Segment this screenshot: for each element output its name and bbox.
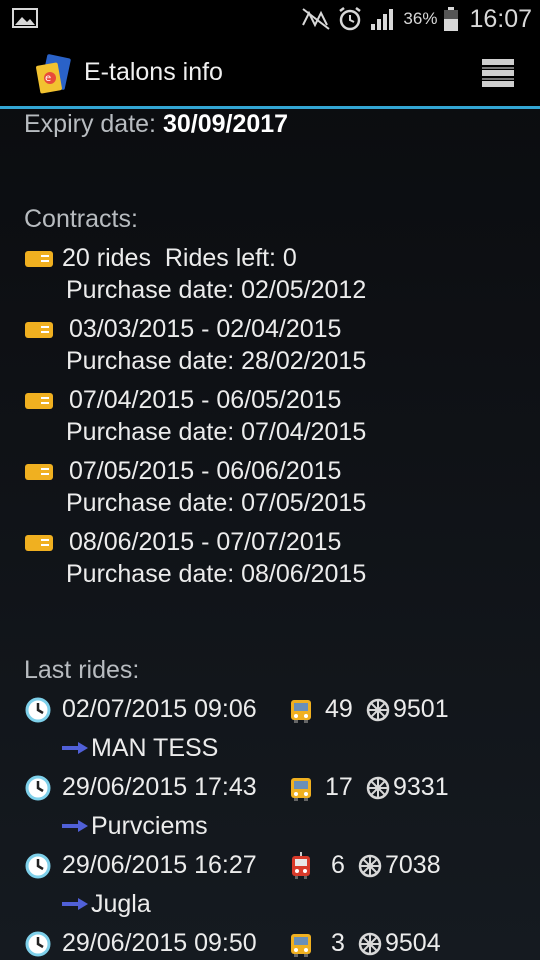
ticket-icon	[25, 322, 53, 338]
expiry-row: Expiry date: 30/09/2017	[24, 110, 288, 139]
vehicle-number-icon	[358, 854, 382, 878]
ride-stop: Purvciems	[91, 812, 208, 840]
ticket-icon	[25, 535, 53, 551]
ticket-icon	[25, 251, 53, 267]
ride-route-number: 49	[325, 695, 353, 723]
ride-vehicle-number: 9504	[385, 929, 441, 957]
ride-datetime: 02/07/2015 09:06	[62, 695, 257, 723]
app-logo-icon[interactable]: e	[34, 54, 74, 96]
contract-line1: 20 rides Rides left: 0	[62, 244, 297, 272]
contract-purchase-date: Purchase date: 07/05/2015	[66, 489, 367, 517]
status-time: 16:07	[469, 4, 532, 33]
mute-icon	[302, 8, 331, 30]
trolleybus-icon	[291, 778, 311, 801]
battery-percent: 36%	[403, 9, 438, 28]
ride-stop: MAN TESS	[91, 734, 219, 762]
contract-purchase-date: Purchase date: 28/02/2015	[66, 347, 367, 375]
ride-route-number: 6	[331, 851, 345, 879]
ride-datetime: 29/06/2015 17:43	[62, 773, 257, 801]
last-rides-heading: Last rides:	[24, 656, 140, 684]
ride-datetime: 29/06/2015 16:27	[62, 851, 257, 879]
contract-purchase-date: Purchase date: 07/04/2015	[66, 418, 367, 446]
app-title: E-talons info	[84, 58, 223, 86]
ride-route-number: 17	[325, 773, 353, 801]
contract-line1: 08/06/2015 - 07/07/2015	[69, 528, 342, 556]
action-bar	[0, 38, 540, 109]
svg-text:e: e	[45, 73, 51, 84]
ride-vehicle-number: 9501	[393, 695, 449, 723]
ticket-icon	[25, 464, 53, 480]
clock-icon	[25, 775, 51, 801]
contract-purchase-date: Purchase date: 02/05/2012	[66, 276, 367, 304]
trolleybus-icon	[291, 700, 311, 723]
clock-icon	[25, 931, 51, 957]
ride-stop: Jugla	[91, 890, 151, 918]
ride-vehicle-number: 9331	[393, 773, 449, 801]
contract-line1: 07/05/2015 - 06/06/2015	[69, 457, 342, 485]
contracts-heading: Contracts:	[24, 205, 138, 233]
vehicle-number-icon	[358, 932, 382, 956]
card-info-content[interactable]: Expiry date: 30/09/2017 Contracts: 20 ri…	[0, 108, 540, 960]
contract-line1: 03/03/2015 - 02/04/2015	[69, 315, 342, 343]
signal-icon	[371, 9, 394, 30]
status-bar: 36% 16:07	[0, 0, 540, 38]
image-icon	[12, 8, 38, 28]
vehicle-number-icon	[366, 698, 390, 722]
tram-icon	[292, 852, 310, 879]
expiry-label: Expiry date:	[24, 110, 157, 138]
expiry-value: 30/09/2017	[162, 110, 289, 138]
contract-purchase-date: Purchase date: 08/06/2015	[66, 560, 367, 588]
arrow-right-icon	[62, 742, 88, 754]
vehicle-number-icon	[366, 776, 390, 800]
clock-icon	[25, 697, 51, 723]
arrow-right-icon	[62, 820, 88, 832]
battery-icon	[444, 7, 459, 31]
alarm-icon	[339, 7, 362, 31]
ride-vehicle-number: 7038	[385, 851, 441, 879]
contract-line1: 07/04/2015 - 06/05/2015	[69, 386, 342, 414]
clock-icon	[25, 853, 51, 879]
ride-datetime: 29/06/2015 09:50	[62, 929, 257, 957]
ticket-icon	[25, 393, 53, 409]
trolleybus-icon	[291, 934, 311, 957]
arrow-right-icon	[62, 898, 88, 910]
ride-route-number: 3	[331, 929, 345, 957]
menu-icon[interactable]	[480, 56, 516, 90]
